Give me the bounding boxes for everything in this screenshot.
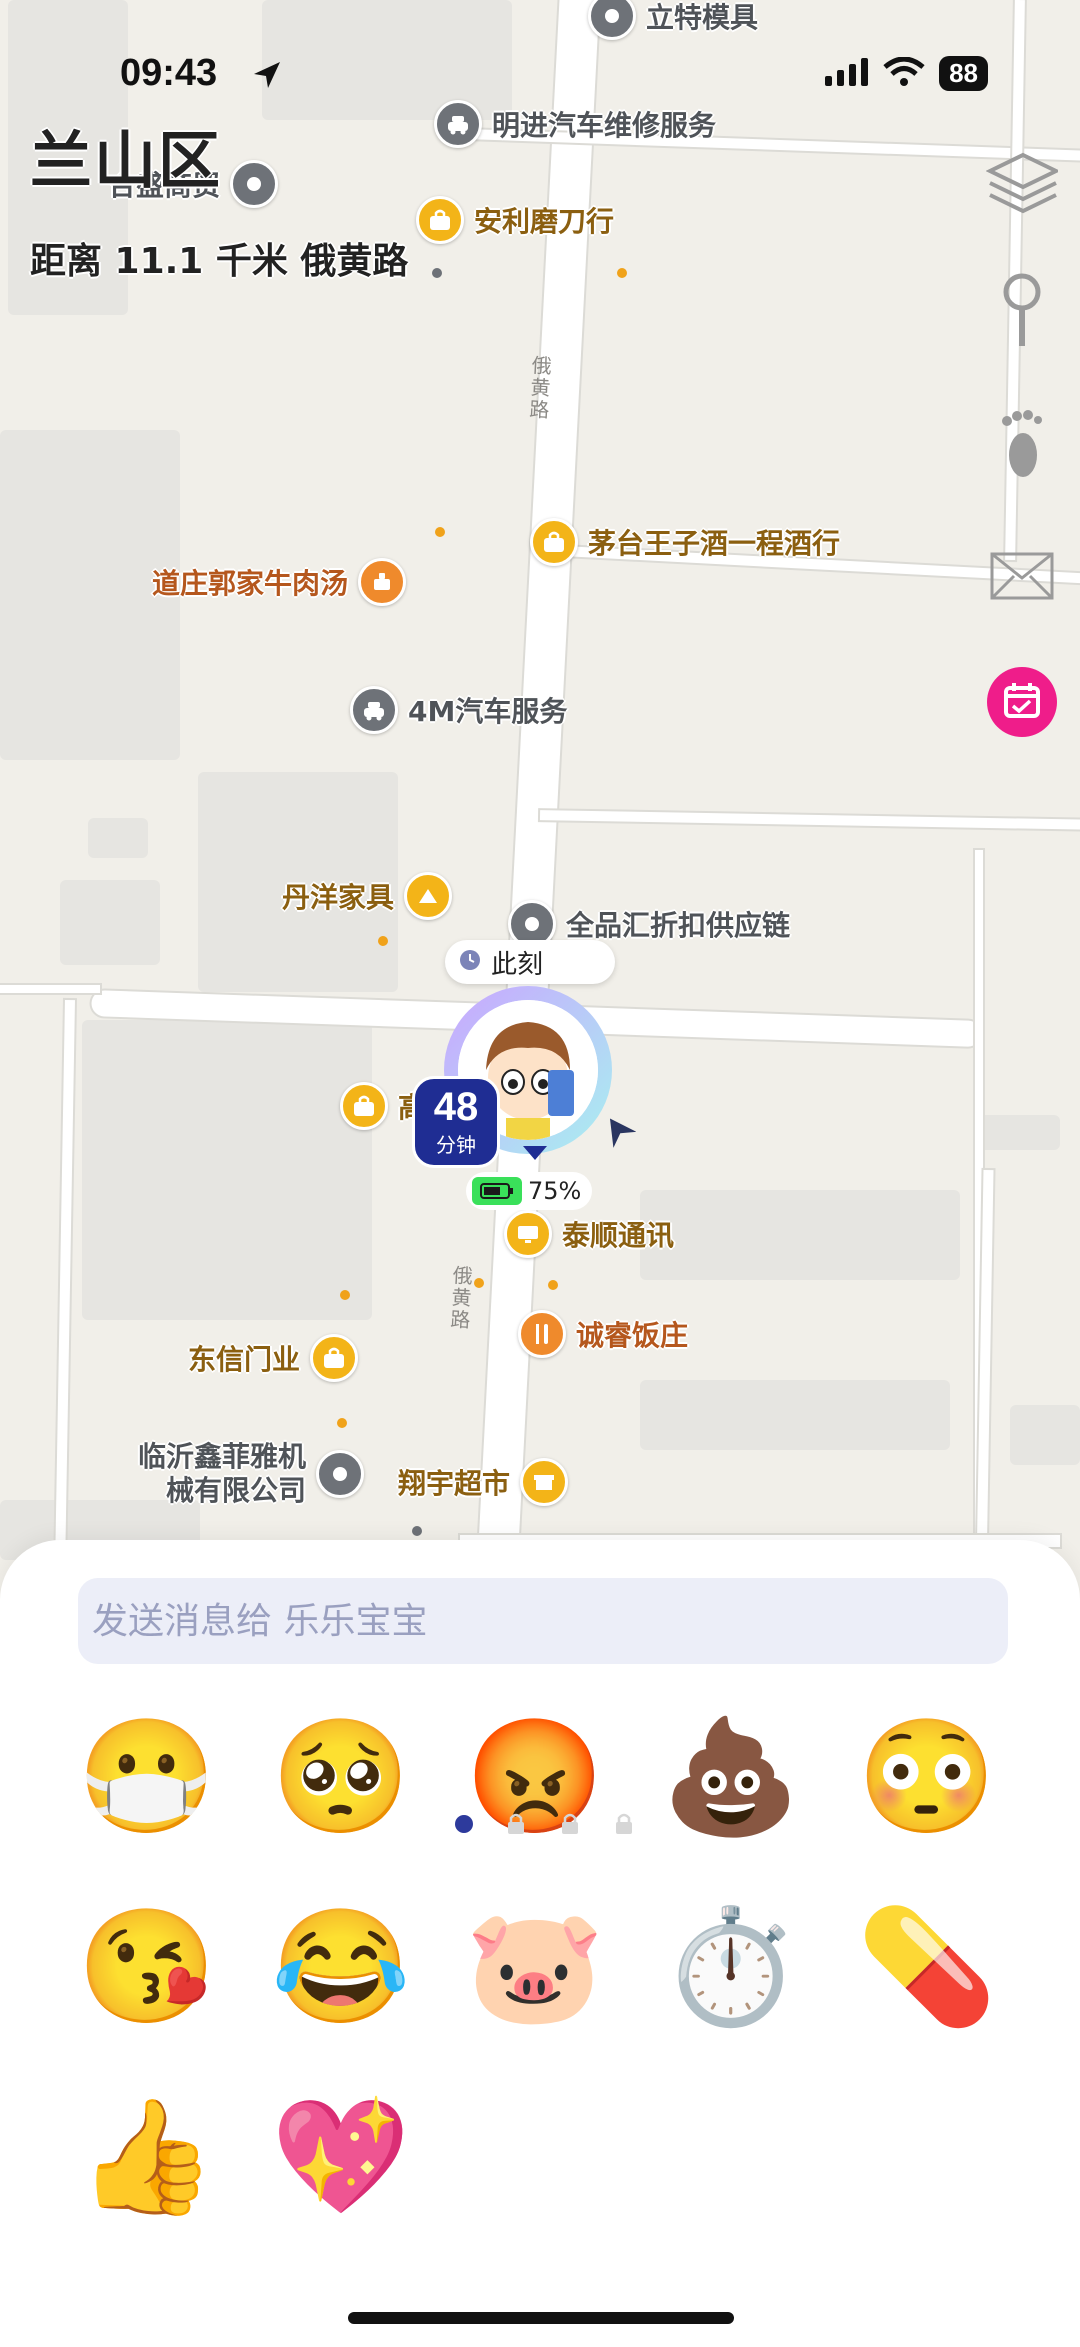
poi-xiangyu[interactable]: 翔宇超市 bbox=[398, 1458, 569, 1506]
message-input[interactable] bbox=[78, 1578, 1008, 1664]
poi-label: 安利磨刀行 bbox=[474, 205, 615, 238]
poi-chengrui[interactable]: 诚睿饭庄 bbox=[518, 1310, 688, 1358]
signal-icon bbox=[825, 57, 869, 90]
pin-icon bbox=[588, 0, 636, 40]
poi-daozhuang[interactable]: 道庄郭家牛肉汤 bbox=[152, 558, 407, 606]
electronics-icon bbox=[504, 1210, 552, 1258]
road-label: 俄黄路 bbox=[446, 1264, 474, 1332]
poi-label: 丹洋家具 bbox=[282, 881, 395, 914]
road-label: 俄黄路 bbox=[525, 354, 553, 422]
shopping-bag-icon bbox=[530, 518, 578, 566]
emoji-sparkling-heart-button[interactable]: 💖 bbox=[266, 2082, 416, 2232]
poi-label: 临沂鑫菲雅机械有限公司 bbox=[137, 1440, 306, 1507]
clock-icon bbox=[459, 949, 481, 975]
emoji-stopwatch-button[interactable]: ⏱️ bbox=[656, 1892, 806, 2042]
poi-label: 翔宇超市 bbox=[398, 1467, 511, 1500]
poi-4m[interactable]: 4M汽车服务 bbox=[350, 686, 567, 734]
emoji-pig-button[interactable]: 🐷 bbox=[460, 1892, 610, 2042]
emoji-laugh-button[interactable]: 😂 bbox=[266, 1892, 416, 2042]
car-service-icon bbox=[434, 100, 482, 148]
poi-label: 全品汇折扣供应链 bbox=[566, 909, 791, 942]
emoji-pleading-button[interactable]: 🥺 bbox=[266, 1702, 416, 1852]
poi-taishun[interactable]: 泰顺通讯 bbox=[504, 1210, 674, 1258]
distance-text: 距离 11.1 千米 俄黄路 bbox=[30, 241, 409, 282]
layers-icon[interactable] bbox=[986, 148, 1058, 220]
device-battery: 75% bbox=[466, 1172, 592, 1210]
shopping-bag-icon bbox=[310, 1334, 359, 1382]
emoji-kiss-button[interactable]: 😘 bbox=[72, 1892, 222, 2042]
emoji-mask-button[interactable]: 😷 bbox=[72, 1702, 222, 1852]
now-label: 此刻 bbox=[445, 940, 615, 984]
eta-unit: 分钟 bbox=[436, 1133, 476, 1157]
status-time: 09:43 bbox=[120, 52, 218, 94]
map-view[interactable]: 俄黄路 俄黄路 立特模具 明进汽车维修服务 合盛商贸 安利磨刀行 茅台王子酒一程… bbox=[0, 0, 1080, 1560]
home-indicator[interactable] bbox=[348, 2312, 734, 2324]
calendar-icon[interactable] bbox=[986, 666, 1058, 738]
poi-maotai[interactable]: 茅台王子酒一程酒行 bbox=[530, 518, 840, 566]
emoji-pill-button[interactable]: 💊 bbox=[852, 1892, 1002, 2042]
poi-label: 明进汽车维修服务 bbox=[492, 109, 717, 142]
battery-level: 88 bbox=[939, 56, 988, 91]
poi-label: 东信门业 bbox=[188, 1343, 301, 1376]
eta-value: 48 bbox=[433, 1085, 479, 1129]
poi-anli[interactable]: 安利磨刀行 bbox=[416, 196, 614, 244]
shopping-bag-icon bbox=[416, 196, 464, 244]
district-name: 兰山区 bbox=[30, 124, 223, 197]
supermarket-icon bbox=[520, 1458, 569, 1506]
furniture-icon bbox=[404, 872, 453, 920]
pin-icon bbox=[230, 160, 279, 208]
emoji-poop-button[interactable]: 💩 bbox=[656, 1702, 806, 1852]
direction-arrow-icon bbox=[600, 1112, 637, 1152]
poi-label: 4M汽车服务 bbox=[408, 695, 568, 728]
poi-label: 道庄郭家牛肉汤 bbox=[152, 567, 349, 600]
footprint-icon[interactable] bbox=[986, 408, 1058, 480]
page-dot-active[interactable] bbox=[455, 1815, 473, 1833]
location-arrow-icon bbox=[250, 58, 284, 96]
emoji-flushed-button[interactable]: 😳 bbox=[852, 1702, 1002, 1852]
message-sheet: 😷 🥺 😡 💩 😳 😘 😂 🐷 ⏱️ 💊 👍 💖 bbox=[0, 1540, 1080, 2347]
mail-icon[interactable] bbox=[986, 540, 1058, 612]
battery-percent: 75% bbox=[528, 1177, 582, 1205]
poi-dongxin[interactable]: 东信门业 bbox=[188, 1334, 359, 1382]
poi-xinfeiya[interactable]: 临沂鑫菲雅机械有限公司 bbox=[116, 1440, 364, 1508]
poi-label: 立特模具 bbox=[646, 1, 759, 34]
poi-label: 泰顺通讯 bbox=[562, 1219, 675, 1252]
battery-icon bbox=[472, 1177, 522, 1205]
shopping-bag-icon bbox=[340, 1082, 388, 1130]
lock-icon[interactable] bbox=[560, 1812, 580, 1840]
poi-mingjin[interactable]: 明进汽车维修服务 bbox=[434, 100, 716, 148]
poi-label: 诚睿饭庄 bbox=[576, 1319, 689, 1352]
wifi-icon bbox=[883, 56, 925, 91]
emoji-thumbs-up-button[interactable]: 👍 bbox=[72, 2082, 222, 2232]
poi-danyang[interactable]: 丹洋家具 bbox=[282, 872, 453, 920]
pin-drop-icon[interactable] bbox=[986, 273, 1058, 348]
now-text: 此刻 bbox=[491, 949, 544, 980]
lock-icon[interactable] bbox=[506, 1812, 526, 1840]
car-service-icon bbox=[350, 686, 398, 734]
status-icons: 88 bbox=[825, 56, 988, 91]
pin-icon bbox=[316, 1450, 364, 1498]
poi-label: 茅台王子酒一程酒行 bbox=[588, 527, 841, 560]
lock-icon[interactable] bbox=[614, 1812, 634, 1840]
poi-liteMoju[interactable]: 立特模具 bbox=[588, 0, 758, 40]
eta-badge: 48 分钟 bbox=[412, 1076, 500, 1168]
emoji-angry-button[interactable]: 😡 bbox=[460, 1702, 610, 1852]
restaurant-icon bbox=[518, 1310, 566, 1358]
food-icon bbox=[358, 558, 407, 606]
